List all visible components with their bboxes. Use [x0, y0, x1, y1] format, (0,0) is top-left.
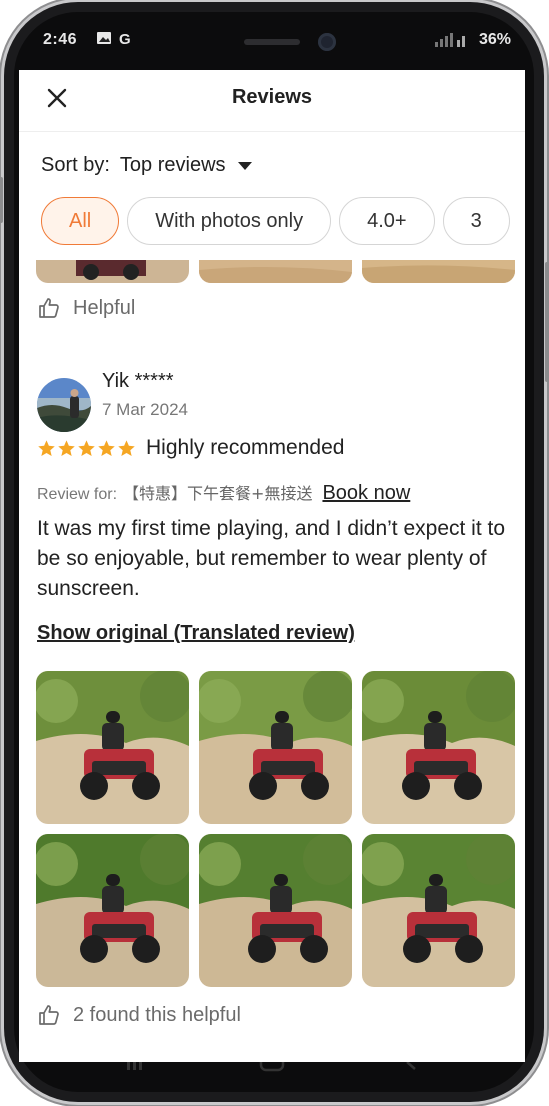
rating-row: Highly recommended	[37, 436, 344, 460]
review-photo[interactable]	[199, 834, 352, 987]
app-screen: Reviews Sort by: Top reviews All With pho…	[19, 70, 525, 1062]
star-icon	[98, 439, 115, 456]
review-photo[interactable]	[36, 834, 189, 987]
star-icon	[58, 439, 75, 456]
previous-review-photos	[36, 260, 515, 283]
review-for: Review for: 【特惠】下午套餐+無接送 Book now	[37, 480, 410, 505]
system-nav-bar	[19, 1054, 525, 1082]
nav-buttons-icon	[127, 1054, 416, 1072]
show-original-link[interactable]: Show original (Translated review)	[37, 622, 355, 645]
review-photo[interactable]	[362, 260, 515, 283]
power-button	[545, 262, 549, 382]
star-icon	[118, 439, 135, 456]
sort-label: Sort by:	[41, 154, 110, 176]
review-photo[interactable]	[362, 834, 515, 987]
review-photo[interactable]	[199, 671, 352, 824]
review-photo[interactable]	[36, 260, 189, 283]
helpful-button[interactable]: Helpful	[37, 296, 135, 320]
star-rating	[37, 439, 136, 458]
page-title: Reviews	[231, 86, 313, 108]
helpful-label: Helpful	[73, 296, 136, 319]
volume-button	[0, 177, 3, 223]
star-icon	[78, 439, 95, 456]
review-for-label: Review for:	[37, 486, 118, 503]
helpful-count-label: 2 found this helpful	[73, 1003, 241, 1026]
reviews-list[interactable]: Helpful Yik ***** 7 Mar 2024 Highly reco…	[19, 260, 525, 1062]
status-notification-icons: G	[96, 30, 134, 46]
filter-chip-3-plus[interactable]: 3	[442, 197, 510, 245]
helpful-count-button[interactable]: 2 found this helpful	[37, 1003, 241, 1027]
review-photo[interactable]	[36, 671, 189, 824]
reviews-header: Reviews	[19, 70, 525, 132]
filter-chip-with-photos[interactable]: With photos only	[127, 197, 332, 245]
signal-icon	[434, 33, 465, 47]
review-date: 7 Mar 2024	[102, 400, 188, 419]
google-icon: G	[119, 31, 131, 46]
avatar	[37, 378, 91, 432]
filter-chips: All With photos only 4.0+ 3	[41, 197, 525, 249]
thumbs-up-icon	[39, 298, 59, 318]
status-bar: 2:46 G 36%	[19, 26, 525, 56]
filter-chip-all[interactable]: All	[41, 197, 120, 245]
sort-control[interactable]: Sort by: Top reviews	[41, 154, 252, 177]
status-time: 2:46	[43, 31, 78, 48]
battery-percent: 36%	[478, 31, 511, 48]
review-photo[interactable]	[199, 260, 352, 283]
reviewer-name: Yik *****	[102, 370, 174, 392]
product-name: 【特惠】下午套餐+無接送	[123, 484, 313, 503]
rating-text: Highly recommended	[146, 436, 345, 459]
caret-down-icon	[237, 161, 252, 170]
thumbs-up-icon	[39, 1005, 59, 1025]
book-now-link[interactable]: Book now	[322, 482, 410, 505]
star-icon	[38, 439, 55, 456]
sort-value[interactable]: Top reviews	[120, 154, 226, 177]
svg-text:G: G	[119, 31, 131, 46]
review-body: It was my first time playing, and I didn…	[37, 517, 506, 600]
review-photos	[36, 671, 515, 987]
review-photo[interactable]	[362, 671, 515, 824]
filter-chip-4-plus[interactable]: 4.0+	[339, 197, 435, 245]
image-icon	[97, 32, 111, 44]
status-right: 36%	[433, 31, 511, 49]
